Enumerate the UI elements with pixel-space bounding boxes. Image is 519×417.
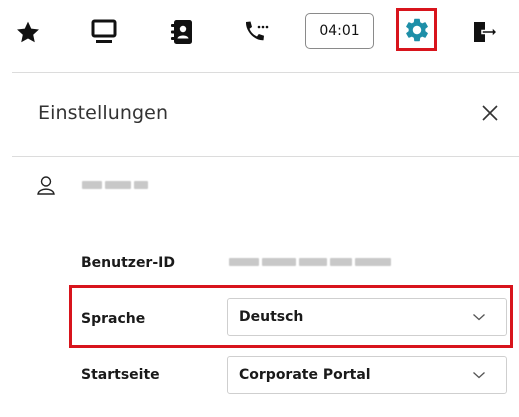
settings-button[interactable]: [396, 8, 437, 51]
user-id-redacted: [229, 258, 391, 266]
exit-icon: [474, 22, 498, 42]
star-icon: [17, 21, 39, 42]
gear-icon: [405, 18, 428, 41]
user-row: [36, 174, 148, 196]
startpage-label: Startseite: [81, 367, 160, 383]
toolbar-divider: [12, 72, 519, 73]
chevron-down-icon: [473, 314, 485, 321]
desktop-button[interactable]: [82, 12, 126, 52]
calls-button[interactable]: [234, 12, 278, 52]
address-book-icon: [171, 20, 192, 44]
startpage-select-value: Corporate Portal: [239, 367, 371, 383]
logout-button[interactable]: [463, 12, 507, 52]
header-divider: [12, 156, 519, 157]
phone-icon: [245, 21, 269, 41]
panel-title: Einstellungen: [38, 102, 169, 124]
startpage-select[interactable]: Corporate Portal: [227, 356, 507, 394]
user-name-redacted: [82, 181, 148, 189]
contacts-button[interactable]: [160, 12, 204, 52]
top-toolbar: 04:01: [0, 0, 519, 70]
call-timer-text: 04:01: [319, 23, 360, 39]
call-timer[interactable]: 04:01: [305, 13, 374, 49]
user-icon: [37, 176, 55, 195]
monitor-icon: [91, 19, 117, 43]
close-icon[interactable]: [480, 103, 500, 123]
language-select[interactable]: Deutsch: [227, 298, 507, 336]
language-label: Sprache: [81, 311, 146, 327]
language-select-value: Deutsch: [239, 309, 304, 325]
user-id-label: Benutzer-ID: [81, 255, 175, 271]
favorites-button[interactable]: [10, 12, 46, 52]
chevron-down-icon: [473, 372, 485, 379]
